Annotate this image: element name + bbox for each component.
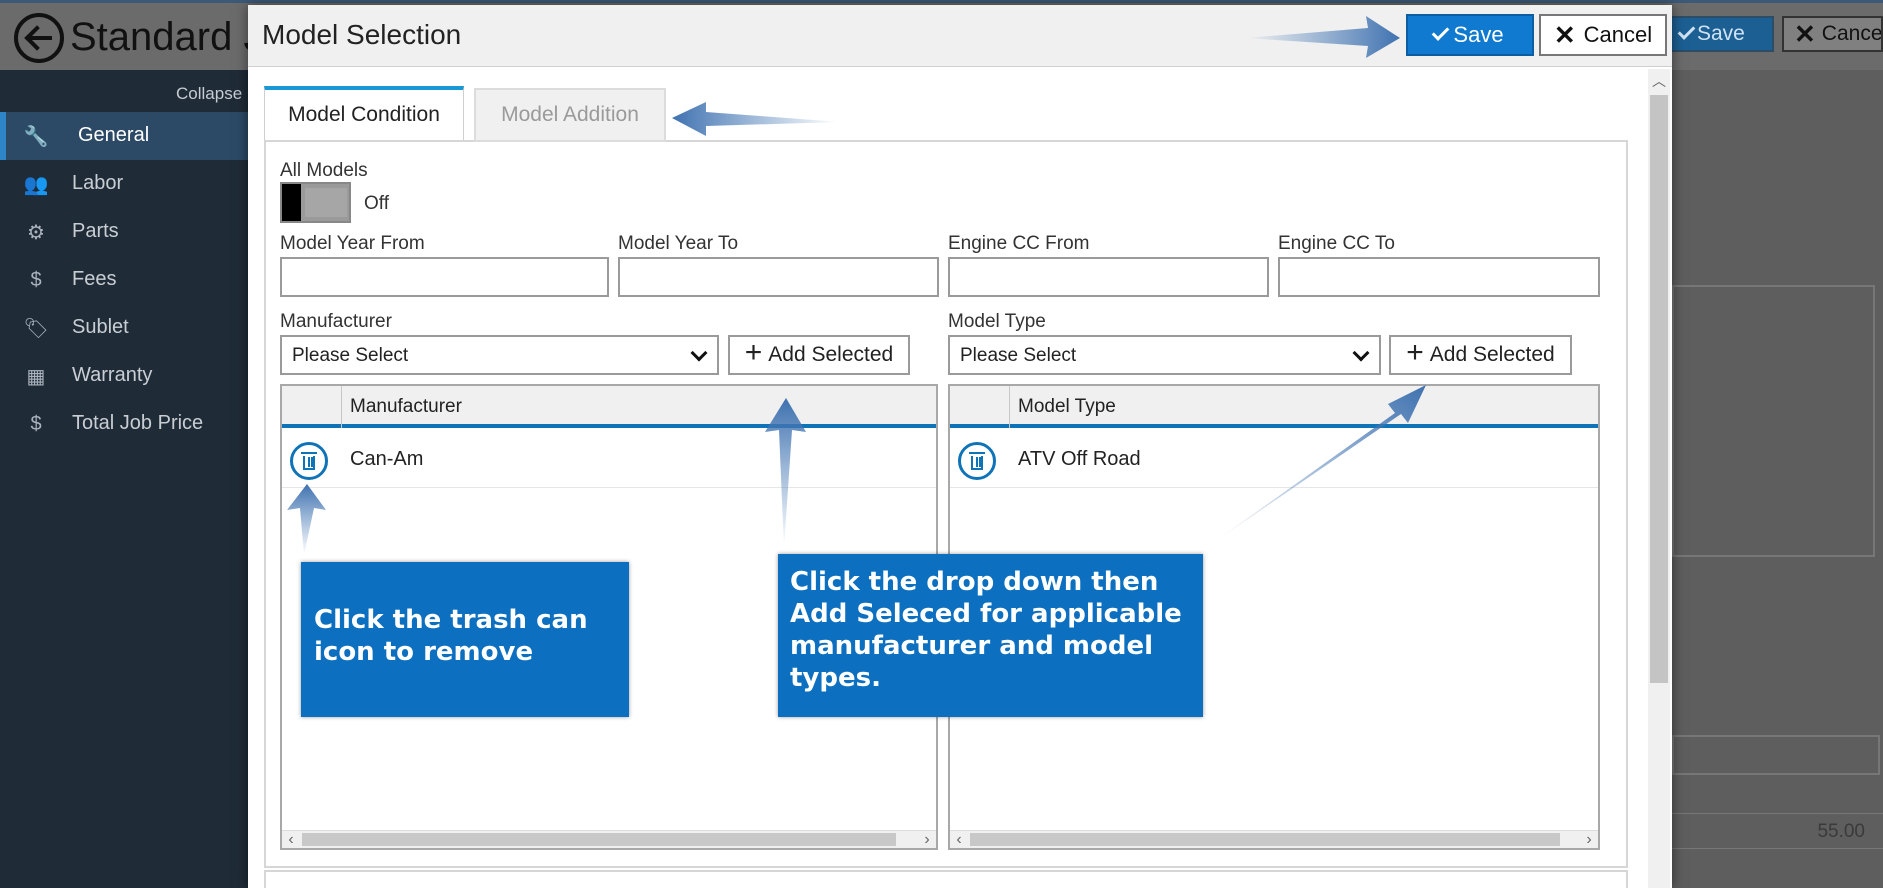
arrow-to-save	[1245, 16, 1400, 58]
dropdown-callout: Click the drop down then Add Seleced for…	[778, 554, 1203, 717]
arrow-to-trash	[287, 484, 326, 555]
arrow-to-model-addition	[672, 102, 840, 136]
arrow-to-add-manufacturer	[765, 398, 806, 548]
trash-callout: Click the trash can icon to remove	[301, 562, 629, 717]
arrow-to-add-model-type	[1210, 385, 1426, 545]
annotation-arrows	[287, 16, 1426, 555]
